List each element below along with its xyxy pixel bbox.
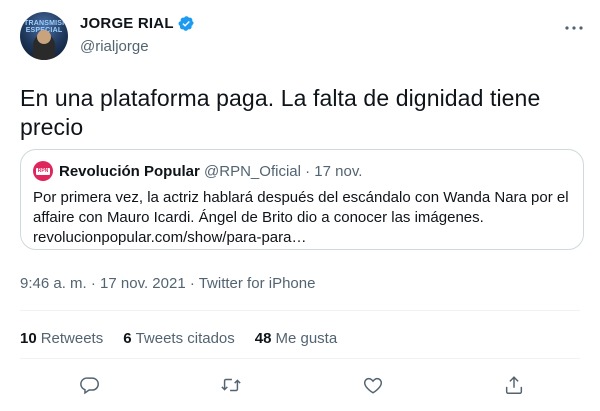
quotes-count: 6 bbox=[123, 330, 132, 347]
quoted-tweet[interactable]: RPN Revolución Popular @RPN_Oficial · 17… bbox=[20, 149, 584, 250]
quoted-link[interactable]: revolucionpopular.com/show/para-para… bbox=[33, 228, 573, 248]
retweets-stat[interactable]: 10 Retweets bbox=[20, 330, 103, 347]
author-handle[interactable]: @rialjorge bbox=[80, 38, 149, 55]
tweet-card: TRANSMISIÓN ESPECIAL JORGE RIAL @rialjor… bbox=[0, 0, 600, 411]
action-bar bbox=[0, 372, 600, 402]
engagement-stats: 10 Retweets 6 Tweets citados 48 Me gusta bbox=[20, 330, 357, 347]
tweet-timestamp[interactable]: 9:46 a. m. · 17 nov. 2021 · Twitter for … bbox=[20, 275, 315, 292]
quoted-date: 17 nov. bbox=[314, 163, 363, 180]
quoted-avatar-logo: RPN bbox=[36, 167, 50, 175]
divider bbox=[20, 358, 580, 359]
retweet-icon[interactable] bbox=[220, 374, 244, 398]
more-options-icon[interactable] bbox=[562, 18, 586, 38]
quoted-text: Por primera vez, la actriz hablará despu… bbox=[33, 188, 573, 248]
quoted-separator: · bbox=[305, 163, 311, 180]
avatar-face bbox=[37, 30, 51, 44]
divider bbox=[20, 310, 580, 311]
share-icon[interactable] bbox=[503, 374, 527, 398]
quotes-label: Tweets citados bbox=[135, 330, 235, 347]
quoted-text-line: Por primera vez, la actriz hablará despu… bbox=[33, 189, 569, 206]
likes-label: Me gusta bbox=[275, 330, 338, 347]
quoted-text-line: affaire con Mauro Icardi. Ángel de Brito… bbox=[33, 209, 484, 226]
verified-badge-icon bbox=[178, 15, 195, 32]
author-display-name[interactable]: JORGE RIAL bbox=[80, 15, 174, 32]
like-icon[interactable] bbox=[362, 374, 386, 398]
likes-stat[interactable]: 48 Me gusta bbox=[255, 330, 337, 347]
author-name-row: JORGE RIAL bbox=[80, 15, 195, 32]
quoted-header: Revolución Popular @RPN_Oficial · 17 nov… bbox=[59, 163, 362, 180]
likes-count: 48 bbox=[254, 330, 272, 347]
retweets-label: Retweets bbox=[40, 330, 104, 347]
quoted-handle: @RPN_Oficial bbox=[204, 163, 301, 180]
tweet-text: En una plataforma paga. La falta de dign… bbox=[20, 85, 541, 140]
quoted-display-name: Revolución Popular bbox=[59, 163, 200, 180]
quoted-avatar: RPN bbox=[33, 161, 53, 181]
retweets-count: 10 bbox=[20, 330, 37, 347]
reply-icon[interactable] bbox=[79, 374, 103, 398]
author-avatar[interactable]: TRANSMISIÓN ESPECIAL bbox=[20, 12, 68, 60]
quotes-stat[interactable]: 6 Tweets citados bbox=[123, 330, 235, 347]
